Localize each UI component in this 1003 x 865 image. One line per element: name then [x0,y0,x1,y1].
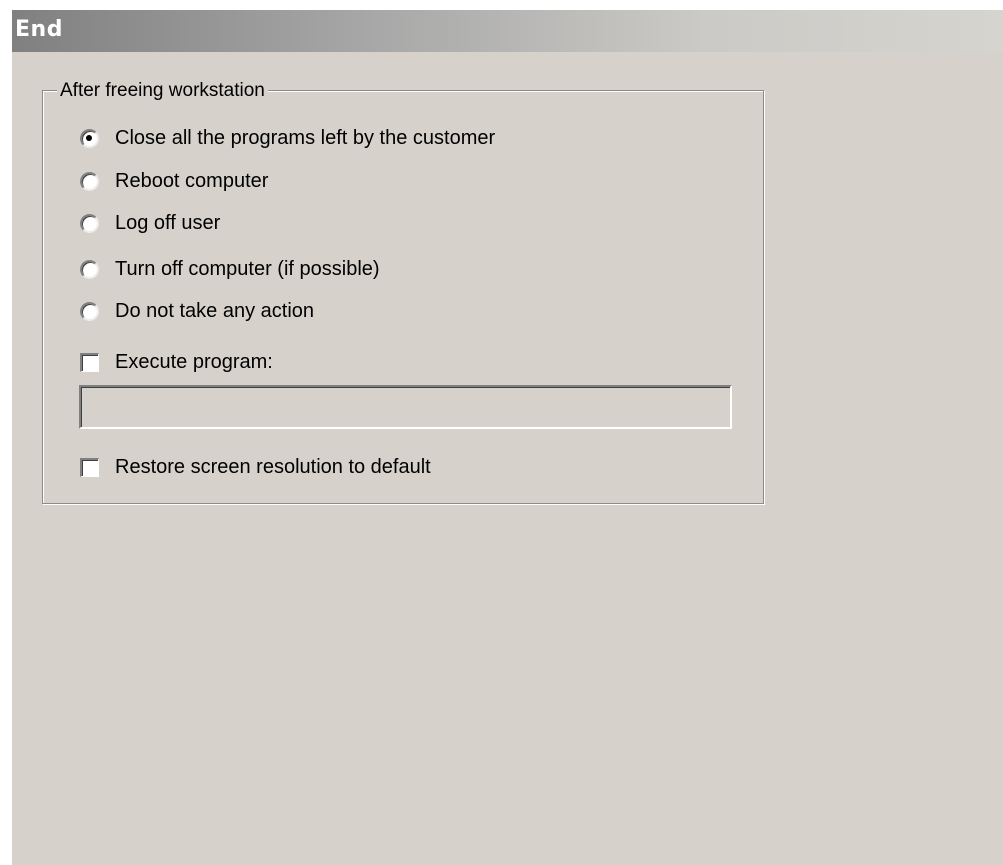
radio-label: Do not take any action [115,300,315,322]
radio-label: Reboot computer [115,170,269,192]
radio-label: Log off user [115,212,221,234]
radio-reboot-computer[interactable]: Reboot computer [80,168,268,194]
group-legend: After freeing workstation [57,80,268,102]
radio-label: Turn off computer (if possible) [115,258,380,280]
radio-button[interactable] [80,213,99,233]
radio-label: Close all the programs left by the custo… [115,127,496,149]
radio-button[interactable] [80,128,99,148]
checkbox[interactable] [80,352,99,372]
checkbox-label: Restore screen resolution to default [115,456,431,478]
checkbox-label: Execute program: [115,351,273,373]
title-bar: End [12,10,1003,52]
radio-button[interactable] [80,301,99,321]
checkbox[interactable] [80,457,99,477]
radio-button[interactable] [80,259,99,279]
page-title: End [15,17,63,42]
radio-close-programs[interactable]: Close all the programs left by the custo… [80,125,495,151]
radio-button[interactable] [80,171,99,191]
radio-turn-off-computer[interactable]: Turn off computer (if possible) [80,256,380,282]
settings-panel: End After freeing workstation Close all … [12,10,1003,865]
radio-no-action[interactable]: Do not take any action [80,298,314,324]
restore-resolution-checkbox[interactable]: Restore screen resolution to default [80,454,431,480]
after-freeing-group: After freeing workstation Close all the … [42,80,764,504]
execute-program-input[interactable] [79,385,732,429]
radio-log-off-user[interactable]: Log off user [80,210,220,236]
execute-program-checkbox[interactable]: Execute program: [80,349,273,375]
